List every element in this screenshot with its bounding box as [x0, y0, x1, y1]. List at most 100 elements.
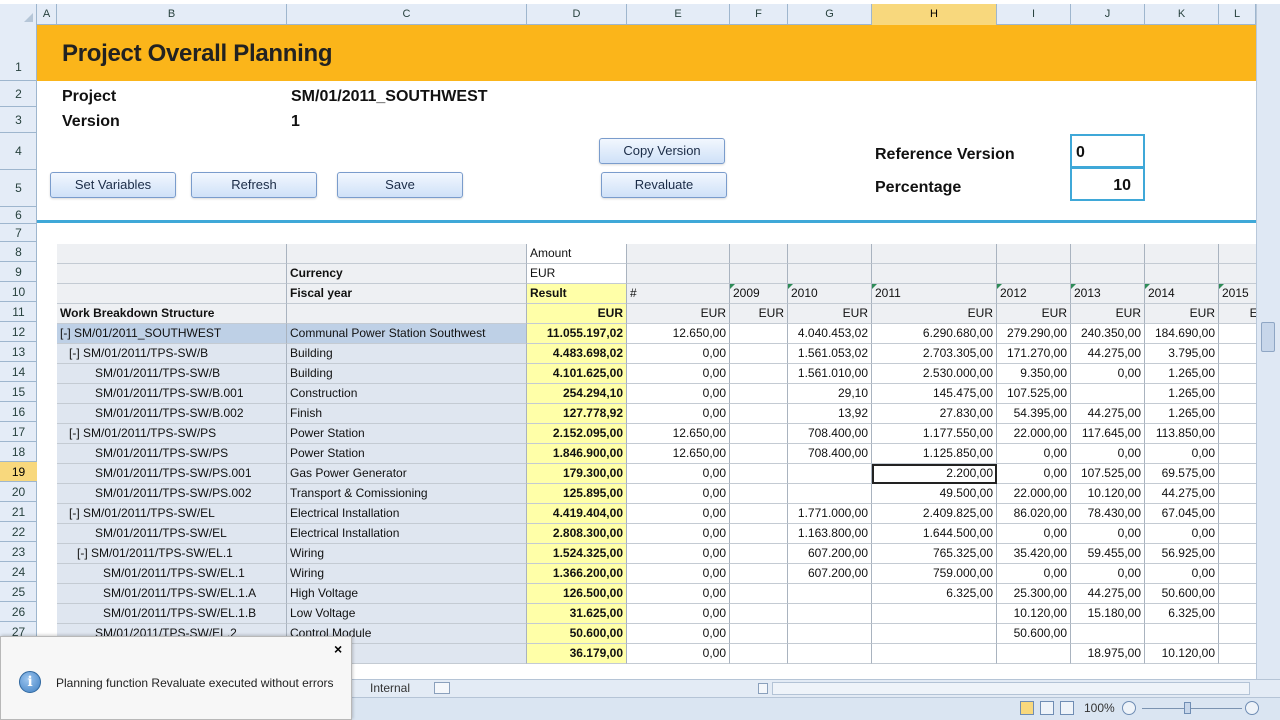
result-currency[interactable]: EUR	[527, 304, 627, 324]
result-cell[interactable]: 125.895,00	[527, 484, 627, 504]
value-cell[interactable]: 0,00	[627, 504, 730, 524]
grid-header-cell[interactable]	[627, 264, 730, 284]
value-cell[interactable]	[730, 644, 788, 664]
save-button[interactable]: Save	[337, 172, 463, 198]
value-cell[interactable]: 0,00	[1145, 524, 1219, 544]
value-cell[interactable]	[730, 624, 788, 644]
value-cell[interactable]	[788, 604, 872, 624]
row-header-22[interactable]: 22	[0, 522, 37, 542]
description-cell[interactable]: Power Station	[287, 444, 527, 464]
value-cell[interactable]: 1.163.800,00	[788, 524, 872, 544]
value-cell[interactable]: 0,00	[997, 564, 1071, 584]
unit-label[interactable]: EUR	[1071, 304, 1145, 324]
value-cell[interactable]: 59.455,00	[1071, 544, 1145, 564]
value-cell[interactable]: 2.530.000,00	[872, 364, 997, 384]
value-cell[interactable]: 0,00	[997, 444, 1071, 464]
description-cell[interactable]: Electrical Installation	[287, 504, 527, 524]
value-cell[interactable]	[1219, 464, 1256, 484]
row-header-4[interactable]: 4	[0, 133, 37, 170]
grid-header-cell[interactable]	[1219, 264, 1256, 284]
value-cell[interactable]	[730, 564, 788, 584]
value-cell[interactable]: 44.275,00	[1145, 484, 1219, 504]
value-cell[interactable]	[1219, 424, 1256, 444]
result-cell[interactable]: 179.300,00	[527, 464, 627, 484]
row-header-14[interactable]: 14	[0, 362, 37, 382]
grid-header-cell[interactable]	[872, 264, 997, 284]
value-cell[interactable]: 44.275,00	[1071, 344, 1145, 364]
value-cell[interactable]: 12.650,00	[627, 424, 730, 444]
grid-header-cell[interactable]	[1145, 264, 1219, 284]
value-cell[interactable]	[997, 644, 1071, 664]
value-cell[interactable]: 9.350,00	[997, 364, 1071, 384]
value-cell[interactable]: 22.000,00	[997, 424, 1071, 444]
description-cell[interactable]: Construction	[287, 384, 527, 404]
scroll-left-icon[interactable]	[758, 683, 768, 694]
row-header-23[interactable]: 23	[0, 542, 37, 562]
value-cell[interactable]: 50.600,00	[1145, 584, 1219, 604]
row-header-2[interactable]: 2	[0, 81, 37, 107]
value-cell[interactable]: 4.040.453,02	[788, 324, 872, 344]
value-cell[interactable]: 6.290.680,00	[872, 324, 997, 344]
fiscal-year-2012[interactable]: 2012	[997, 284, 1071, 304]
value-cell[interactable]: 1.561.053,02	[788, 344, 872, 364]
amount-label[interactable]: Amount	[527, 244, 627, 264]
wbs-cell[interactable]: SM/01/2011/TPS-SW/EL.1.B	[57, 604, 287, 624]
fiscal-year-2011[interactable]: 2011	[872, 284, 997, 304]
value-cell[interactable]: 0,00	[627, 604, 730, 624]
value-cell[interactable]	[730, 324, 788, 344]
row-header-15[interactable]: 15	[0, 382, 37, 402]
wbs-cell[interactable]: SM/01/2011/TPS-SW/EL.1.A	[57, 584, 287, 604]
value-cell[interactable]: 29,10	[788, 384, 872, 404]
fiscal-year-label[interactable]: Fiscal year	[287, 284, 527, 304]
unit-label[interactable]: EUR	[1219, 304, 1256, 324]
value-cell[interactable]	[730, 504, 788, 524]
value-cell[interactable]: 54.395,00	[997, 404, 1071, 424]
result-cell[interactable]: 126.500,00	[527, 584, 627, 604]
value-cell[interactable]: 44.275,00	[1071, 404, 1145, 424]
unit-label[interactable]: EUR	[788, 304, 872, 324]
value-cell[interactable]	[1219, 604, 1256, 624]
value-cell[interactable]	[730, 404, 788, 424]
value-cell[interactable]: 759.000,00	[872, 564, 997, 584]
row-header-5[interactable]: 5	[0, 170, 37, 207]
value-cell[interactable]: 0,00	[1071, 564, 1145, 584]
value-cell[interactable]: 708.400,00	[788, 444, 872, 464]
value-cell[interactable]: 1.644.500,00	[872, 524, 997, 544]
value-cell[interactable]: 0,00	[627, 644, 730, 664]
grid-header-cell[interactable]	[872, 244, 997, 264]
value-cell[interactable]: 0,00	[627, 484, 730, 504]
active-cell[interactable]: 2.200,00	[872, 464, 997, 484]
page-layout-view-icon[interactable]	[1040, 701, 1054, 715]
value-cell[interactable]: 0,00	[1145, 444, 1219, 464]
value-cell[interactable]: 0,00	[997, 524, 1071, 544]
result-cell[interactable]: 1.846.900,00	[527, 444, 627, 464]
grid-header-cell[interactable]	[1145, 244, 1219, 264]
value-cell[interactable]: 117.645,00	[1071, 424, 1145, 444]
result-label[interactable]: Result	[527, 284, 627, 304]
wbs-cell[interactable]: SM/01/2011/TPS-SW/PS	[57, 444, 287, 464]
grid-header-cell[interactable]	[997, 264, 1071, 284]
value-cell[interactable]	[1219, 524, 1256, 544]
copy-version-button[interactable]: Copy Version	[599, 138, 725, 164]
result-cell[interactable]: 1.524.325,00	[527, 544, 627, 564]
fiscal-year-2009[interactable]: 2009	[730, 284, 788, 304]
value-cell[interactable]	[1219, 364, 1256, 384]
row-header-18[interactable]: 18	[0, 442, 37, 462]
select-all-corner[interactable]	[0, 4, 37, 25]
version-value[interactable]: 1	[291, 113, 300, 131]
sheet-tab-internal[interactable]: Internal	[370, 680, 410, 697]
project-value[interactable]: SM/01/2011_SOUTHWEST	[291, 88, 488, 106]
description-cell[interactable]: Electrical Installation	[287, 524, 527, 544]
description-cell[interactable]: Power Station	[287, 424, 527, 444]
row-header-26[interactable]: 26	[0, 602, 37, 622]
grid-header-cell[interactable]	[788, 244, 872, 264]
wbs-cell[interactable]: [-] SM/01/2011/TPS-SW/PS	[57, 424, 287, 444]
row-header-13[interactable]: 13	[0, 342, 37, 362]
column-header-h[interactable]: H	[872, 4, 997, 25]
value-cell[interactable]: 1.125.850,00	[872, 444, 997, 464]
result-cell[interactable]: 2.152.095,00	[527, 424, 627, 444]
value-cell[interactable]: 67.045,00	[1145, 504, 1219, 524]
result-cell[interactable]: 4.419.404,00	[527, 504, 627, 524]
value-cell[interactable]: 0,00	[627, 464, 730, 484]
zoom-slider[interactable]	[1142, 708, 1242, 709]
